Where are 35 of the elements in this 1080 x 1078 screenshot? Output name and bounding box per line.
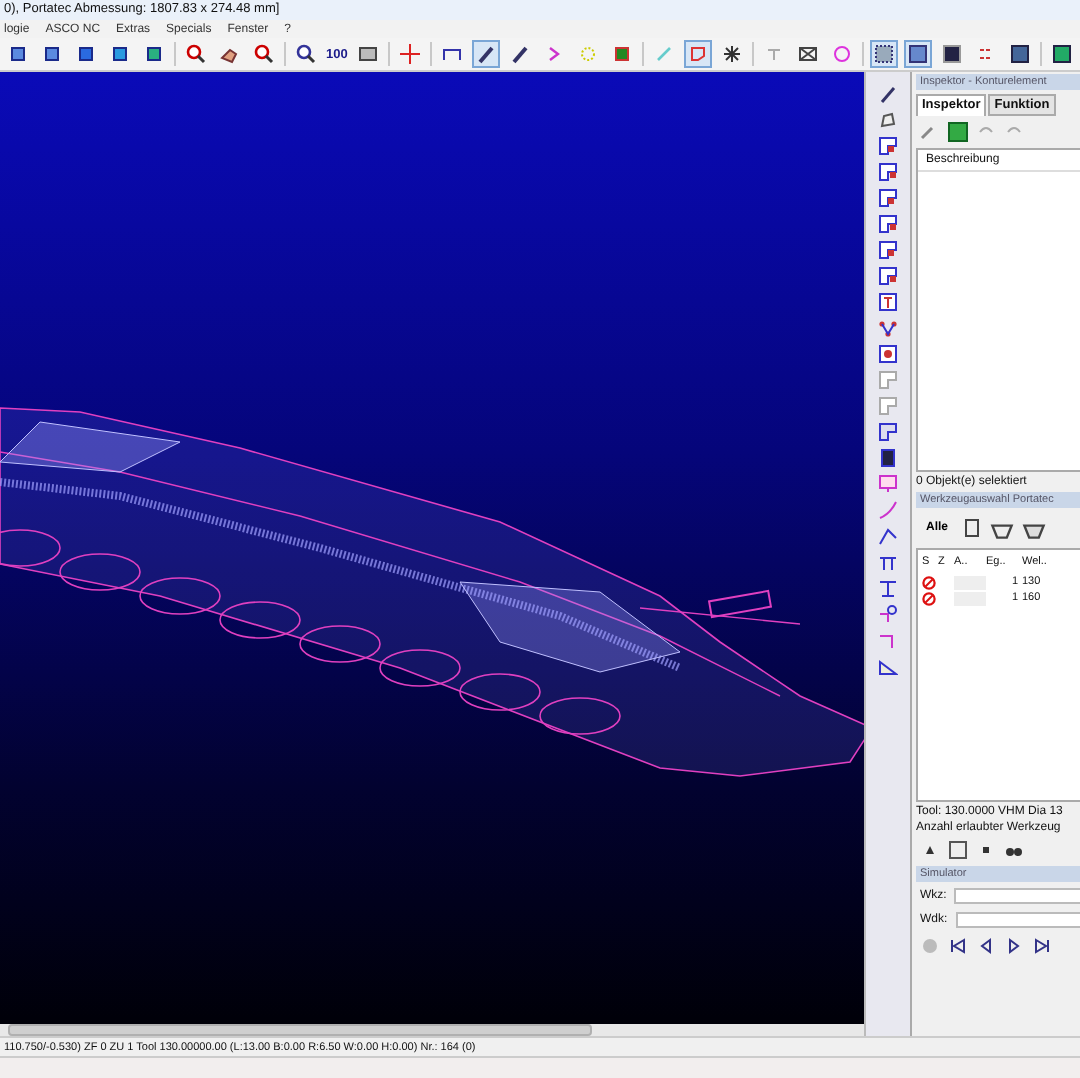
skip-back-icon[interactable]	[948, 936, 968, 956]
zoom-icon[interactable]	[186, 44, 206, 64]
line-tool-icon[interactable]	[509, 44, 530, 64]
dimension-icon[interactable]	[441, 44, 462, 64]
window-icon[interactable]	[941, 44, 962, 64]
contour-icon[interactable]	[878, 162, 898, 182]
line-tool-icon[interactable]	[475, 44, 496, 64]
node-icon[interactable]	[878, 344, 898, 364]
crosshair-icon[interactable]	[399, 44, 420, 64]
ramp-icon[interactable]	[878, 656, 898, 676]
box-cross-icon[interactable]	[797, 44, 818, 64]
text-tool-icon[interactable]	[878, 292, 898, 312]
skip-forward-icon[interactable]	[1032, 936, 1052, 956]
asterisk-icon[interactable]	[721, 44, 742, 64]
node-icon[interactable]	[878, 318, 898, 338]
arc-icon[interactable]	[878, 500, 898, 520]
horizontal-scrollbar[interactable]	[0, 1024, 864, 1036]
step-back-icon[interactable]	[976, 936, 996, 956]
circle-icon[interactable]	[831, 44, 852, 64]
pen-icon[interactable]	[878, 84, 898, 104]
play-icon[interactable]	[1004, 936, 1024, 956]
frame-icon[interactable]	[357, 44, 378, 64]
monitor-icon[interactable]	[878, 474, 898, 494]
pin-icon[interactable]	[878, 604, 898, 624]
contour-icon[interactable]	[878, 136, 898, 156]
contour-icon[interactable]	[878, 188, 898, 208]
contour-icon[interactable]	[878, 266, 898, 286]
corner-icon[interactable]	[878, 630, 898, 650]
contour-icon[interactable]	[878, 240, 898, 260]
zoom-icon[interactable]	[254, 44, 274, 64]
contour-icon[interactable]	[878, 214, 898, 234]
angle-icon[interactable]	[878, 526, 898, 546]
zoom-icon[interactable]	[296, 44, 316, 64]
contour-icon[interactable]	[687, 44, 708, 64]
layer-icon[interactable]	[611, 44, 632, 64]
